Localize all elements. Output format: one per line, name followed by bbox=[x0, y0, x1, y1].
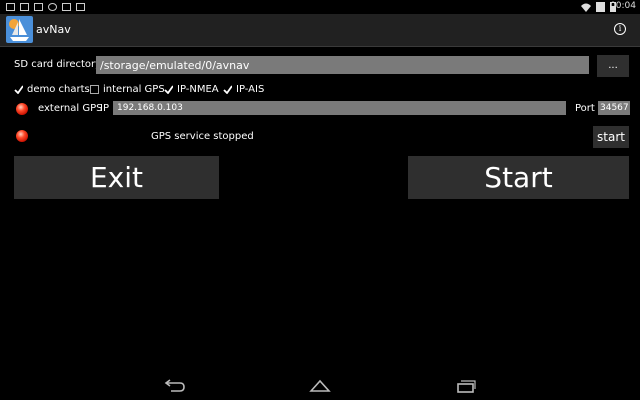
gps-service-status-led bbox=[16, 130, 28, 142]
option-demo-charts[interactable]: demo charts bbox=[14, 83, 90, 95]
gallery-icon bbox=[76, 3, 85, 11]
option-ip-nmea[interactable]: IP-NMEA bbox=[164, 83, 219, 95]
option-ip-ais[interactable]: IP-AIS bbox=[223, 83, 264, 95]
option-label: demo charts bbox=[27, 83, 90, 95]
browse-button[interactable]: ... bbox=[597, 55, 629, 77]
recent-apps-icon[interactable] bbox=[455, 378, 477, 394]
service-start-button[interactable]: start bbox=[593, 126, 629, 148]
sd-card-directory-input[interactable] bbox=[96, 56, 589, 74]
checkbox-checked-icon[interactable] bbox=[14, 84, 23, 94]
option-internal-gps[interactable]: internal GPS bbox=[90, 83, 165, 95]
ip-label: IP bbox=[100, 103, 109, 114]
external-gps-status-led bbox=[16, 103, 28, 115]
action-bar bbox=[0, 14, 640, 46]
calendar-icon bbox=[20, 3, 29, 11]
checkbox-checked-icon[interactable] bbox=[164, 84, 173, 94]
sd-card-label: SD card directory bbox=[14, 59, 102, 70]
port-input[interactable] bbox=[598, 101, 630, 115]
no-sim-icon bbox=[596, 2, 605, 12]
info-icon[interactable]: i bbox=[614, 23, 626, 35]
calendar-icon bbox=[34, 3, 43, 11]
wifi-icon bbox=[581, 3, 591, 12]
option-label: IP-AIS bbox=[236, 83, 265, 95]
photo-icon bbox=[62, 3, 71, 11]
ip-address-input[interactable] bbox=[113, 101, 566, 115]
option-label: IP-NMEA bbox=[177, 83, 219, 95]
exit-button[interactable]: Exit bbox=[14, 156, 219, 199]
status-time: 00:04 bbox=[610, 1, 636, 11]
start-button[interactable]: Start bbox=[408, 156, 629, 199]
back-icon[interactable] bbox=[163, 378, 185, 394]
divider bbox=[0, 46, 640, 47]
app-title: avNav bbox=[36, 23, 71, 36]
port-label: Port bbox=[575, 103, 595, 114]
service-status-text: GPS service stopped bbox=[151, 131, 254, 142]
external-gps-label: external GPS bbox=[38, 103, 103, 114]
checkbox-checked-icon[interactable] bbox=[223, 84, 232, 94]
settings-icon bbox=[48, 3, 57, 11]
navigation-bar bbox=[0, 372, 640, 400]
status-bar: 00:04 bbox=[0, 0, 640, 14]
app-logo-icon bbox=[6, 16, 33, 43]
checkbox-unchecked-icon[interactable] bbox=[90, 84, 99, 94]
option-label: internal GPS bbox=[103, 83, 165, 95]
calendar-icon bbox=[6, 3, 15, 11]
home-icon[interactable] bbox=[309, 378, 331, 394]
